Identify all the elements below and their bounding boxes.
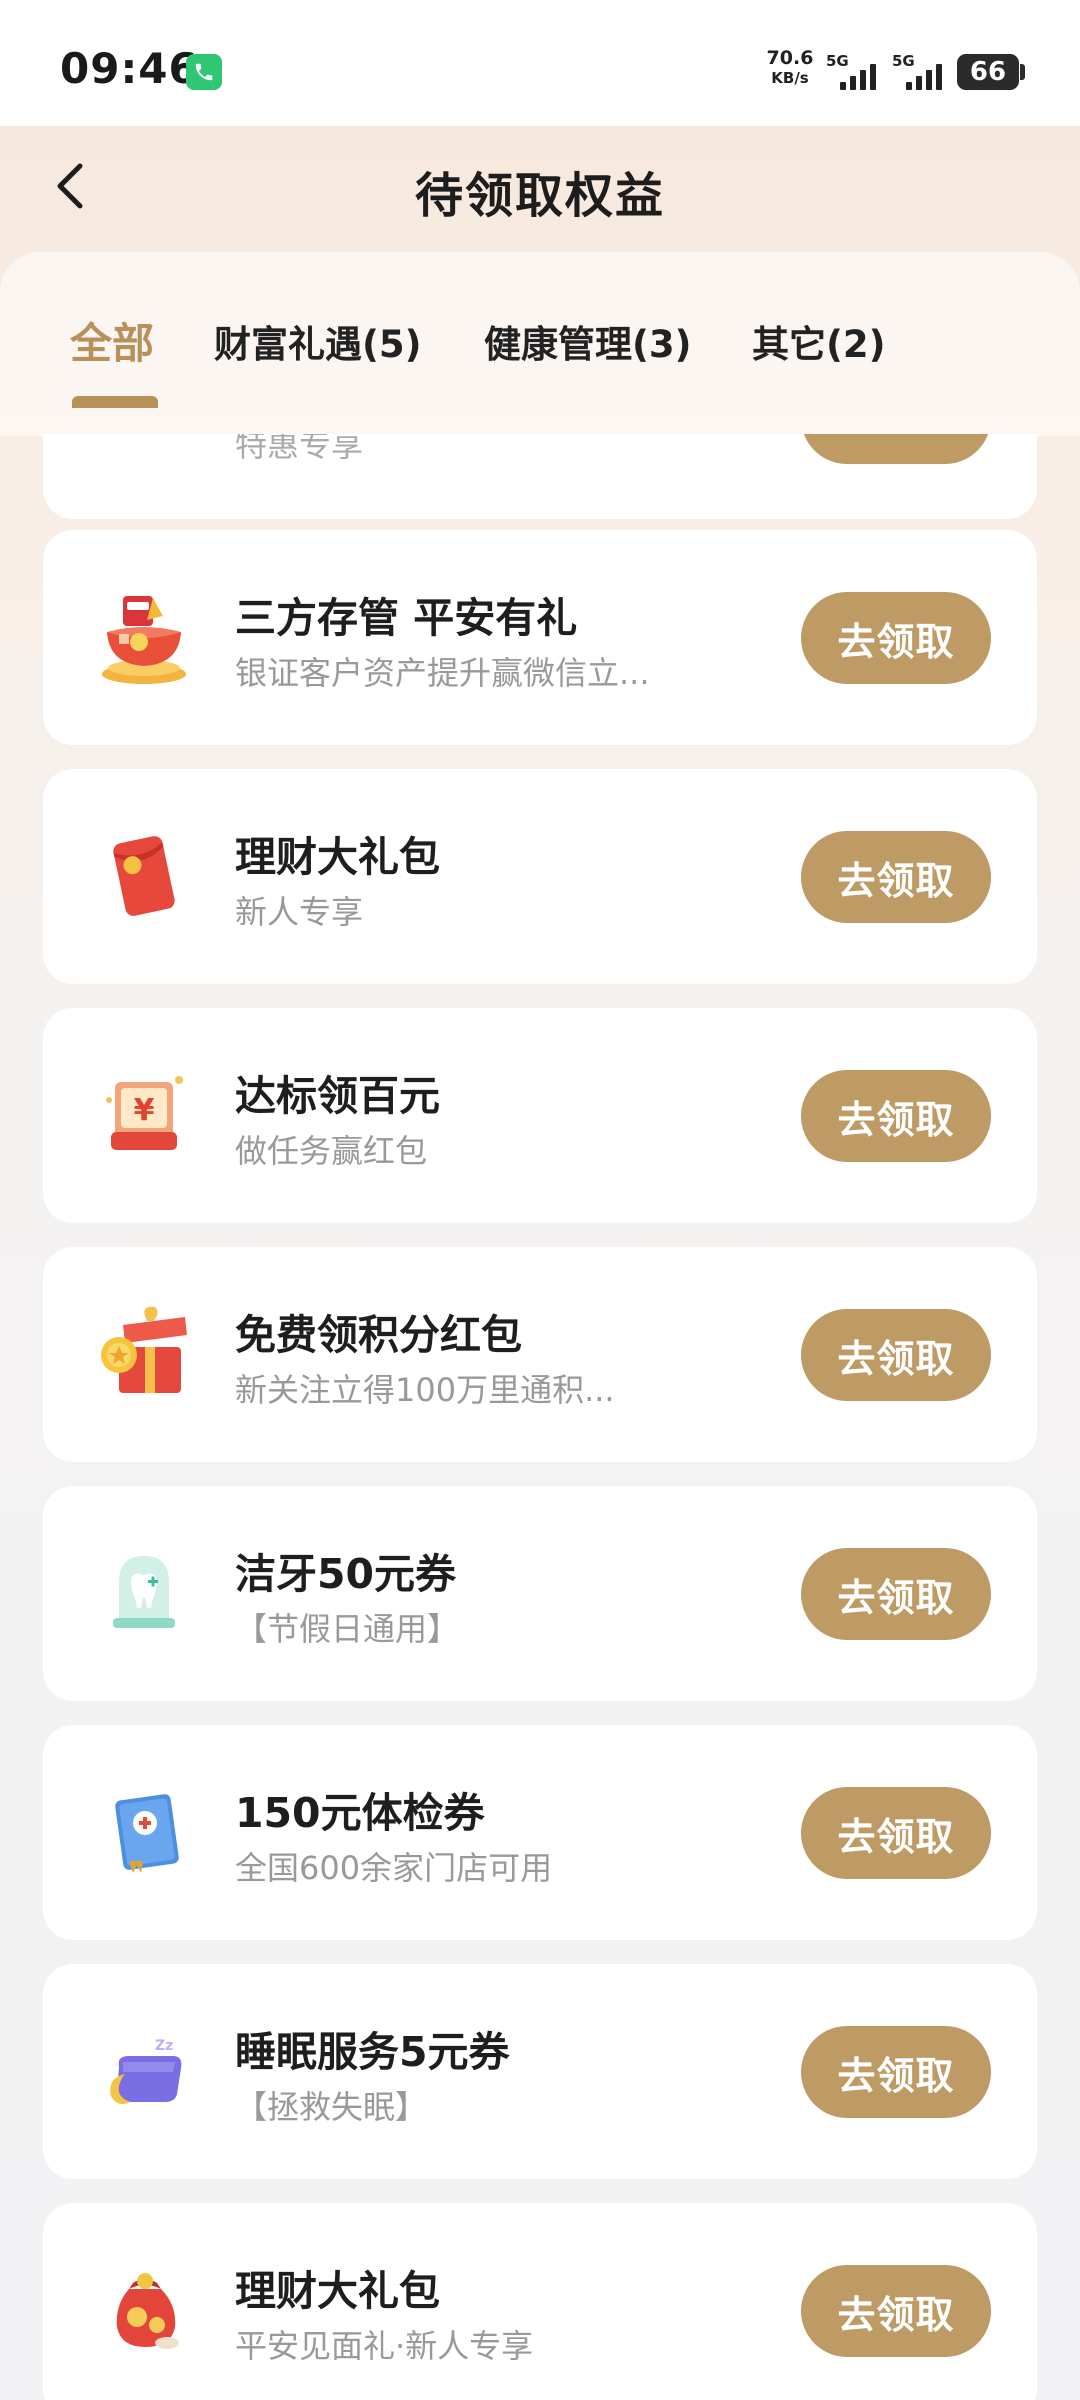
list-item-title: 理财大礼包 (235, 833, 440, 881)
phone-icon (186, 54, 222, 90)
battery-level: 66 (969, 57, 1007, 87)
tab-all[interactable]: 全部 (70, 310, 154, 371)
list-item[interactable]: 三方存管 平安有礼 银证客户资产提升赢微信立... 去领取 (43, 530, 1037, 745)
list-item-subtitle: 新关注立得100万里通积... (235, 1371, 615, 1409)
tab-other[interactable]: 其它(2) (752, 314, 886, 368)
list-item-title: 150元体检券 (235, 1789, 485, 1837)
claim-button[interactable]: 去领取 (801, 2026, 991, 2118)
list-item-partial[interactable]: 特惠专享 (43, 434, 1037, 519)
page-title: 待领取权益 (414, 168, 665, 224)
signal-sim2-icon: 5G (892, 52, 962, 92)
tab-wealth[interactable]: 财富礼遇(5) (214, 314, 422, 368)
list-item[interactable]: 洁牙50元券 【节假日通用】 去领取 (43, 1486, 1037, 1701)
list-item[interactable]: Zz 睡眠服务5元券 【拯救失眠】 去领取 (43, 1964, 1037, 2179)
list-item[interactable]: 理财大礼包 新人专享 去领取 (43, 769, 1037, 984)
open-gift-box-icon (89, 1299, 199, 1409)
medical-book-icon (89, 1777, 199, 1887)
red-envelope-icon (89, 821, 199, 931)
claim-button[interactable]: 去领取 (801, 1309, 991, 1401)
money-bag-icon (89, 2255, 199, 2365)
list-item-subtitle: 【拯救失眠】 (235, 2088, 428, 2126)
tooth-dome-icon (89, 1538, 199, 1648)
claim-button[interactable]: 去领取 (801, 1070, 991, 1162)
yuan-box-icon: ¥ (89, 1060, 199, 1170)
active-tab-indicator (72, 396, 158, 408)
list-item[interactable]: ¥ 达标领百元 做任务赢红包 去领取 (43, 1008, 1037, 1223)
list-item-subtitle: 做任务赢红包 (235, 1132, 428, 1170)
svg-text:Zz: Zz (155, 2038, 173, 2054)
status-time: 09:46 (60, 44, 199, 93)
network-speed-unit: KB/s (771, 69, 809, 87)
network-speed-value: 70.6 (766, 47, 814, 69)
benefit-list[interactable]: 特惠专享 三方存管 平安有礼 银证客户资产提升赢微信立... 去领取 理财大礼包… (0, 434, 1080, 2400)
list-item-title: 睡眠服务5元券 (235, 2028, 510, 2076)
status-bar: 09:46 70.6 KB/s 5G 5G 66 (0, 0, 1080, 126)
list-item-title: 免费领积分红包 (235, 1311, 522, 1359)
list-item-subtitle: 银证客户资产提升赢微信立... (235, 654, 650, 692)
battery-icon: 66 (957, 54, 1019, 90)
list-item[interactable]: 150元体检券 全国600余家门店可用 去领取 (43, 1725, 1037, 1940)
list-item-title: 三方存管 平安有礼 (235, 594, 578, 642)
list-item-subtitle: 新人专享 (235, 893, 364, 931)
list-item-title: 洁牙50元券 (235, 1550, 457, 1598)
claim-button[interactable]: 去领取 (801, 1548, 991, 1640)
page-header: 待领取权益 (0, 126, 1080, 254)
claim-button[interactable]: 去领取 (801, 592, 991, 684)
gift-icon (125, 434, 205, 444)
moon-pillow-icon: Zz (89, 2016, 199, 2126)
list-item-subtitle: 【节假日通用】 (235, 1610, 460, 1648)
category-tabs: 全部 财富礼遇(5) 健康管理(3) 其它(2) (0, 300, 1080, 408)
network-speed: 70.6 KB/s (760, 48, 820, 88)
list-item-title: 达标领百元 (235, 1072, 440, 1120)
claim-button[interactable]: 去领取 (801, 831, 991, 923)
list-item[interactable]: 免费领积分红包 新关注立得100万里通积... 去领取 (43, 1247, 1037, 1462)
list-item-subtitle: 特惠专享 (235, 434, 364, 464)
claim-button[interactable]: 去领取 (801, 2265, 991, 2357)
svg-text:¥: ¥ (134, 1093, 155, 1128)
claim-button[interactable] (801, 434, 991, 464)
list-item-subtitle: 全国600余家门店可用 (235, 1849, 553, 1887)
list-item-title: 理财大礼包 (235, 2267, 440, 2315)
claim-button[interactable]: 去领取 (801, 1787, 991, 1879)
list-item-subtitle: 平安见面礼·新人专享 (235, 2327, 534, 2365)
signal-sim1-icon: 5G (826, 52, 896, 92)
tab-health[interactable]: 健康管理(3) (484, 314, 692, 368)
gift-basket-icon (89, 582, 199, 692)
list-item[interactable]: 理财大礼包 平安见面礼·新人专享 去领取 (43, 2203, 1037, 2400)
battery-cap (1020, 64, 1025, 80)
